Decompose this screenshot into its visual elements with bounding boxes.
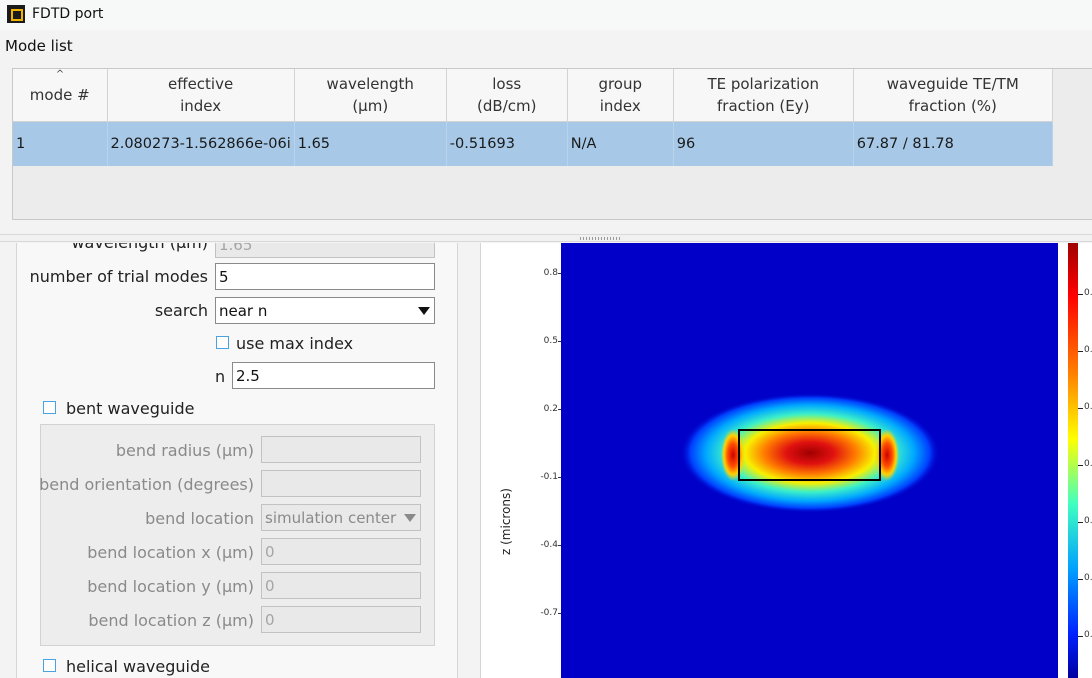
bend-location-select[interactable]: simulation center xyxy=(261,504,421,531)
chevron-down-icon xyxy=(404,514,416,522)
y-tick-label: -0.1 xyxy=(540,472,558,482)
mode-field-heatmap[interactable] xyxy=(561,243,1058,678)
bend-location-x-field[interactable]: 0 xyxy=(261,538,421,565)
bend-location-z-field[interactable]: 0 xyxy=(261,606,421,633)
cell-te-tm-fraction[interactable]: 67.87 / 81.78 xyxy=(853,121,1053,166)
cell-te-polarization[interactable]: 96 xyxy=(673,121,854,166)
column-header-effective-index[interactable]: effective index xyxy=(107,69,295,122)
wavelength-field[interactable]: 1.65 xyxy=(215,243,435,258)
y-tick-label: -0.7 xyxy=(540,608,558,618)
column-header-group-index[interactable]: group index xyxy=(567,69,674,122)
n-label: n xyxy=(215,367,226,386)
helical-waveguide-label: helical waveguide xyxy=(66,657,210,676)
bent-waveguide-checkbox[interactable] xyxy=(43,401,56,414)
n-field[interactable]: 2.5 xyxy=(232,362,435,389)
colorbar-tick-label: 0. xyxy=(1084,345,1092,355)
search-select-value: near n xyxy=(219,302,268,320)
y-tick-label: 0.5 xyxy=(543,336,558,346)
colorbar-tick xyxy=(1078,636,1083,637)
panel-splitter[interactable] xyxy=(0,234,1092,242)
colorbar-tick xyxy=(1078,294,1083,295)
y-tick-label: 0.2 xyxy=(543,404,558,414)
splitter-grip-icon[interactable] xyxy=(580,237,622,240)
y-tick-label: 0.8 xyxy=(543,268,558,278)
mode-settings-panel: wavelength (µm) 1.65 number of trial mod… xyxy=(0,243,470,678)
column-header-wavelength[interactable]: wavelength (µm) xyxy=(294,69,447,122)
colorbar-tick-label: 0. xyxy=(1084,573,1092,583)
heatmap-svg xyxy=(680,393,940,513)
y-tick-label: -0.4 xyxy=(540,540,558,550)
title-bar: FDTD port xyxy=(0,0,1092,30)
cell-loss[interactable]: -0.51693 xyxy=(446,121,568,166)
colorbar-tick-label: 0. xyxy=(1084,516,1092,526)
helical-waveguide-checkbox[interactable] xyxy=(43,659,56,672)
colorbar-tick-label: 0. xyxy=(1084,630,1092,640)
bend-radius-label: bend radius (µm) xyxy=(115,441,254,460)
colorbar-tick-label: 0. xyxy=(1084,288,1092,298)
bend-location-select-value: simulation center xyxy=(265,509,397,527)
mode-list-panel: ^ mode # effective index wavelength (µm) lo… xyxy=(12,68,1092,220)
colorbar xyxy=(1068,243,1078,678)
colorbar-tick xyxy=(1078,465,1083,466)
bend-location-y-field[interactable]: 0 xyxy=(261,572,421,599)
search-select[interactable]: near n xyxy=(215,297,435,324)
wavelength-label: wavelength (µm) xyxy=(71,243,208,252)
mode-table: ^ mode # effective index wavelength (µm) lo… xyxy=(13,69,1053,166)
column-header-te-polarization[interactable]: TE polarization fraction (Ey) xyxy=(673,69,854,122)
mode-table-header: ^ mode # effective index wavelength (µm) lo… xyxy=(13,69,1053,122)
cell-group-index[interactable]: N/A xyxy=(567,121,674,166)
bend-location-z-label: bend location z (µm) xyxy=(88,611,254,630)
bend-location-label: bend location xyxy=(145,509,254,528)
colorbar-tick xyxy=(1078,522,1083,523)
mode-field-lobe xyxy=(680,393,940,513)
column-header-loss[interactable]: loss (dB/cm) xyxy=(446,69,568,122)
bend-orientation-field[interactable] xyxy=(261,470,421,497)
mode-field-edge-left xyxy=(721,429,745,481)
colorbar-tick xyxy=(1078,579,1083,580)
plot-y-axis-label: z (microns) xyxy=(499,488,513,555)
sort-ascending-icon: ^ xyxy=(55,69,65,80)
colorbar-tick xyxy=(1078,408,1083,409)
chevron-down-icon xyxy=(418,307,430,315)
mode-field-edge-right xyxy=(875,429,899,481)
cell-mode-number[interactable]: 1 xyxy=(13,121,108,166)
bend-location-x-label: bend location x (µm) xyxy=(87,543,254,562)
mode-list-label: Mode list xyxy=(5,37,73,55)
colorbar-tick xyxy=(1078,351,1083,352)
bend-orientation-label: bend orientation (degrees) xyxy=(39,475,254,494)
colorbar-tick-label: 0. xyxy=(1084,402,1092,412)
app-icon xyxy=(7,5,25,23)
cell-wavelength[interactable]: 1.65 xyxy=(294,121,447,166)
use-max-index-checkbox[interactable] xyxy=(216,336,229,349)
bend-location-y-label: bend location y (µm) xyxy=(87,577,254,596)
colorbar-tick-label: 0. xyxy=(1084,459,1092,469)
bent-waveguide-label: bent waveguide xyxy=(66,399,195,418)
table-row[interactable]: 1 2.080273-1.562866e-06i 1.65 -0.51693 N… xyxy=(13,121,1053,166)
trial-modes-field[interactable]: 5 xyxy=(215,263,435,290)
bend-radius-field[interactable] xyxy=(261,436,421,463)
search-label: search xyxy=(154,301,208,320)
use-max-index-label: use max index xyxy=(236,334,354,353)
window-title: FDTD port xyxy=(32,6,104,22)
column-header-mode-number[interactable]: ^ mode # xyxy=(13,69,108,122)
trial-modes-label: number of trial modes xyxy=(29,267,208,286)
cell-effective-index[interactable]: 2.080273-1.562866e-06i xyxy=(107,121,295,166)
column-header-te-tm-fraction[interactable]: waveguide TE/TM fraction (%) xyxy=(853,69,1053,122)
